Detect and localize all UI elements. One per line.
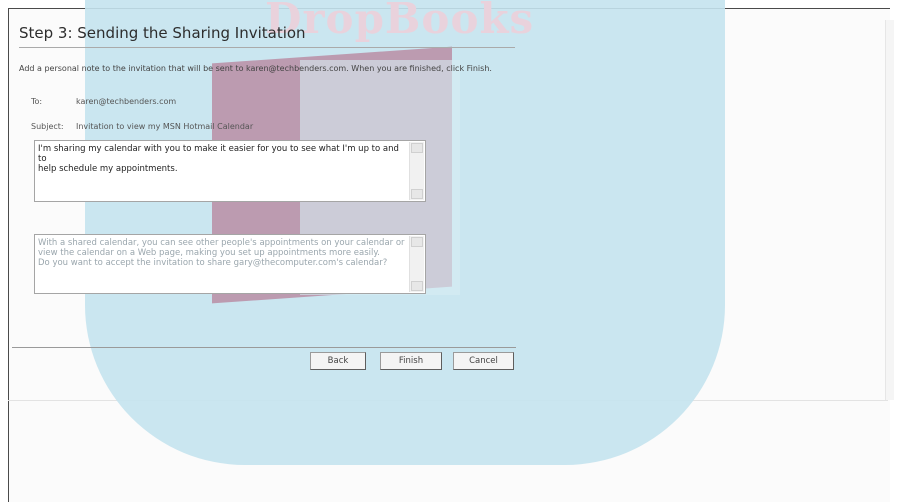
scroll-down-arrow-icon[interactable] — [411, 189, 423, 199]
finish-button[interactable]: Finish — [380, 352, 442, 370]
note-line-2: help schedule my appointments. — [38, 164, 178, 174]
back-button[interactable]: Back — [310, 352, 366, 370]
title-divider — [19, 47, 515, 48]
invitation-info-box: With a shared calendar, you can see othe… — [34, 234, 426, 294]
step-instructions: Add a personal note to the invitation th… — [19, 64, 492, 73]
subject-label: Subject: — [31, 122, 64, 131]
invitation-info-text: With a shared calendar, you can see othe… — [38, 238, 407, 268]
to-label: To: — [31, 97, 43, 106]
personal-note-textarea[interactable]: I'm sharing my calendar with you to make… — [34, 140, 426, 202]
button-divider — [12, 347, 516, 348]
step-title: Step 3: Sending the Sharing Invitation — [19, 24, 306, 42]
info-scrollbar[interactable] — [409, 236, 424, 292]
note-line-1: I'm sharing my calendar with you to make… — [38, 144, 399, 164]
cancel-button[interactable]: Cancel — [453, 352, 514, 370]
scroll-down-arrow-icon[interactable] — [411, 281, 423, 291]
info-line-1: With a shared calendar, you can see othe… — [38, 238, 405, 248]
info-line-2: view the calendar on a Web page, making … — [38, 248, 380, 258]
scroll-up-arrow-icon[interactable] — [411, 237, 423, 247]
info-line-3: Do you want to accept the invitation to … — [38, 258, 388, 268]
to-address: karen@techbenders.com — [76, 97, 177, 106]
subject-value: Invitation to view my MSN Hotmail Calend… — [76, 122, 254, 131]
scroll-up-arrow-icon[interactable] — [411, 143, 423, 153]
personal-note-text: I'm sharing my calendar with you to make… — [38, 144, 407, 174]
wizard-step: Step 3: Sending the Sharing Invitation A… — [0, 0, 897, 501]
note-scrollbar[interactable] — [409, 142, 424, 200]
